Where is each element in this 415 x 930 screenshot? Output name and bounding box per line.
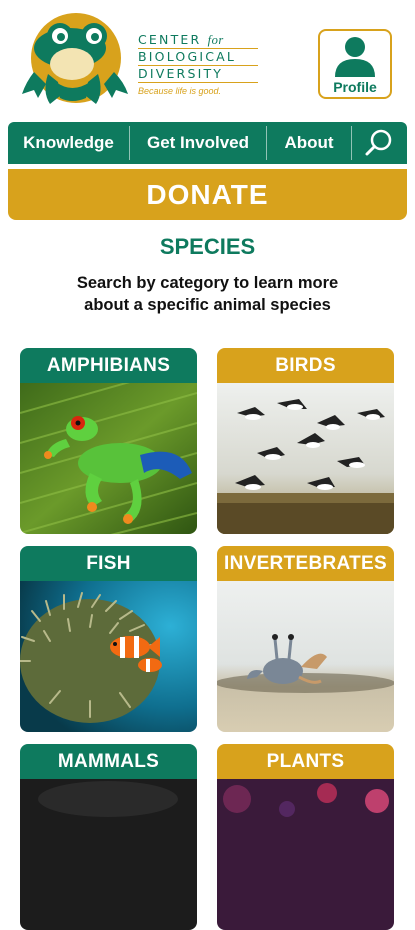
category-label: INVERTEBRATES [217, 546, 394, 581]
mammals-image [20, 779, 197, 930]
category-label: AMPHIBIANS [20, 348, 197, 383]
search-icon [365, 129, 392, 156]
logo-rule [138, 82, 258, 83]
logo-wordmark: CENTER for BIOLOGICAL DIVERSITY Because … [138, 32, 258, 96]
header: CENTER for BIOLOGICAL DIVERSITY Because … [0, 0, 415, 120]
fish-image [20, 581, 197, 732]
page-subtitle: Search by category to learn more about a… [76, 274, 339, 314]
category-card-mammals[interactable]: MAMMALS [20, 744, 197, 930]
logo-line-3: DIVERSITY [138, 66, 224, 81]
page-title: SPECIES [159, 234, 256, 259]
logo-line-1: CENTER for [138, 32, 224, 47]
nav-item-get-involved[interactable]: Get Involved [130, 126, 266, 160]
category-card-birds[interactable]: BIRDS [217, 348, 394, 534]
invertebrates-image [217, 581, 394, 732]
category-card-plants[interactable]: PLANTS [217, 744, 394, 930]
category-label: PLANTS [217, 744, 394, 779]
donate-button[interactable]: DONATE [8, 169, 407, 220]
category-card-amphibians[interactable]: AMPHIBIANS [20, 348, 197, 534]
plants-image [217, 779, 394, 930]
category-card-invertebrates[interactable]: INVERTEBRATES [217, 546, 394, 732]
category-label: MAMMALS [20, 744, 197, 779]
birds-image [217, 383, 394, 534]
profile-label: Profile [333, 79, 377, 95]
main-nav: Knowledge Get Involved About [8, 122, 407, 164]
person-icon [335, 37, 375, 77]
logo-line-2: BIOLOGICAL [138, 49, 237, 64]
search-button[interactable] [352, 126, 406, 160]
nav-item-knowledge[interactable]: Knowledge [8, 126, 129, 160]
center-for-biological-diversity-logo[interactable]: CENTER for BIOLOGICAL DIVERSITY Because … [20, 12, 258, 106]
frog-logo-icon [22, 13, 128, 104]
logo-tagline: Because life is good. [138, 86, 222, 96]
amphibians-image [20, 383, 197, 534]
category-card-fish[interactable]: FISH [20, 546, 197, 732]
profile-button[interactable]: Profile [318, 29, 392, 99]
category-label: FISH [20, 546, 197, 581]
category-label: BIRDS [217, 348, 394, 383]
nav-item-about[interactable]: About [267, 126, 351, 160]
